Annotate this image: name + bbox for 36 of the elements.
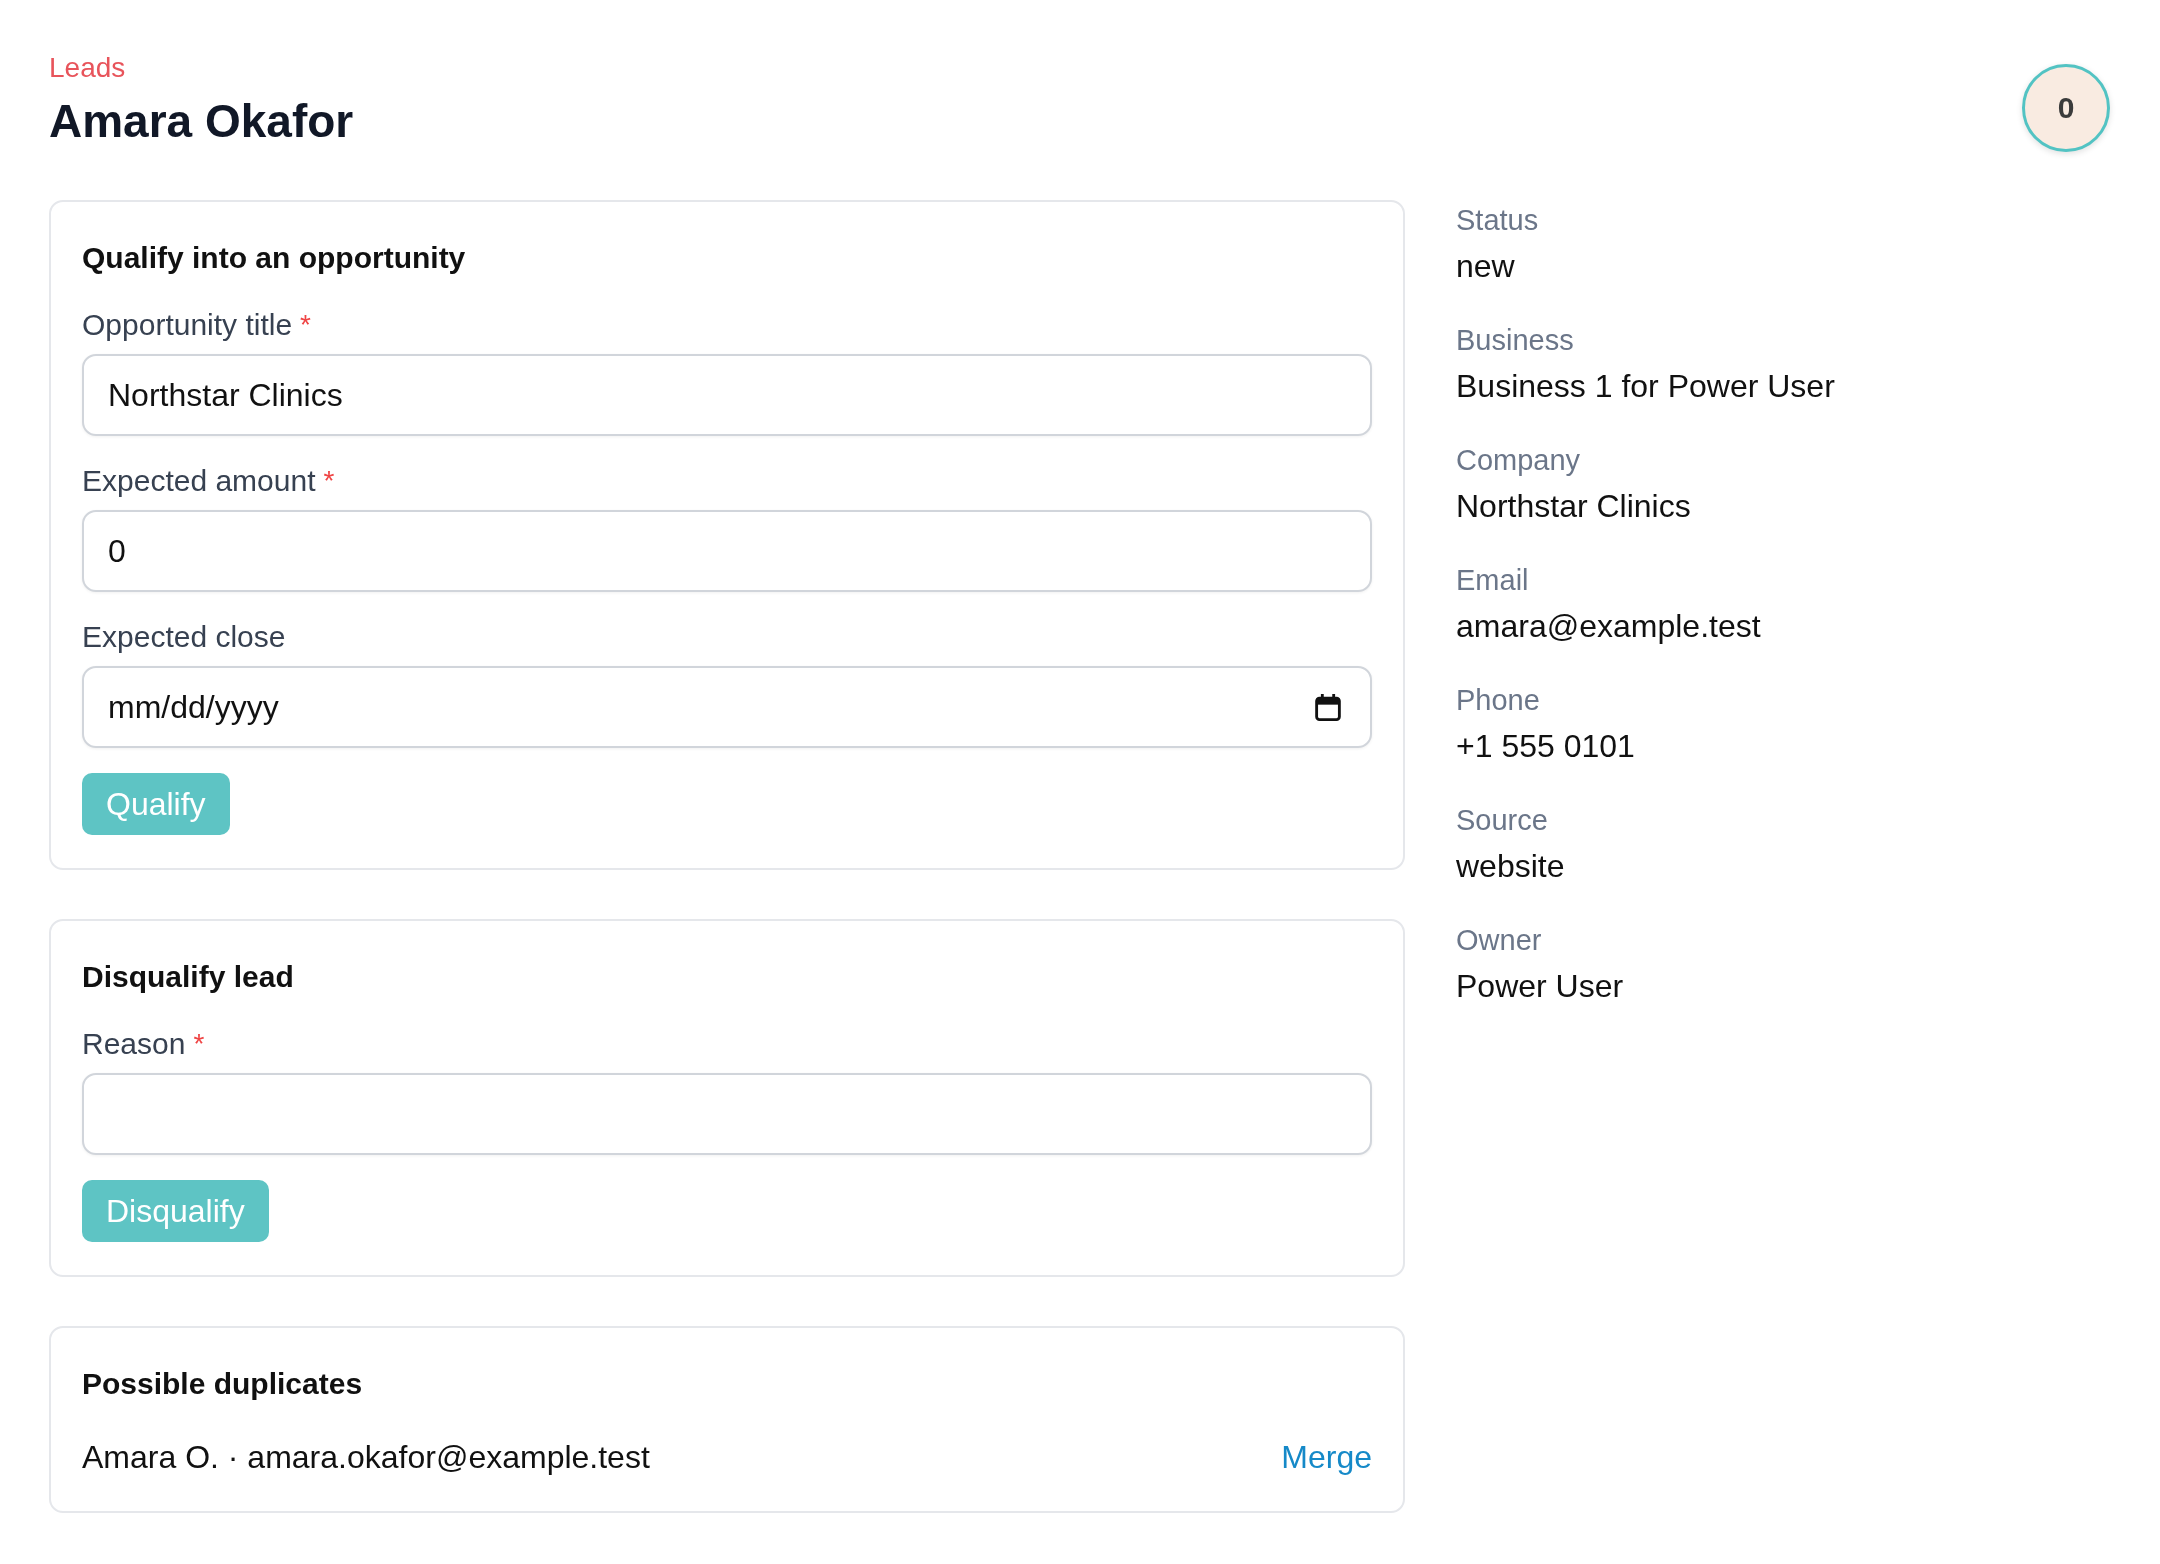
page-title: Amara Okafor	[49, 94, 354, 149]
detail-label: Source	[1456, 803, 1548, 838]
detail-value: amara@example.test	[1456, 607, 1761, 646]
avatar[interactable]: 0	[2022, 64, 2110, 152]
breadcrumb-link[interactable]: Leads	[49, 48, 126, 87]
date-field[interactable]: mm/dd/yyyy	[82, 666, 1372, 748]
submit-button[interactable]: Qualify	[82, 773, 230, 835]
field-label: Expected amount	[82, 463, 316, 499]
detail-label: Email	[1456, 563, 1529, 598]
required-mark: *	[193, 1027, 205, 1061]
detail-value: new	[1456, 247, 1515, 286]
detail-value: Northstar Clinics	[1456, 487, 1691, 526]
calendar-icon[interactable]	[1315, 694, 1341, 721]
detail-value: Power User	[1456, 967, 1624, 1006]
detail-label: Owner	[1456, 923, 1542, 958]
detail-value: +1 555 0101	[1456, 727, 1635, 766]
section-heading: Disqualify lead	[82, 959, 294, 995]
text-input[interactable]: 0	[82, 510, 1372, 592]
detail-label: Business	[1456, 323, 1574, 358]
detail-value: website	[1456, 847, 1565, 886]
field-label: Reason	[82, 1026, 186, 1062]
detail-label: Status	[1456, 203, 1539, 238]
field-label: Opportunity title	[82, 307, 293, 343]
merge-link[interactable]: Merge	[1281, 1433, 1372, 1481]
detail-label: Phone	[1456, 683, 1540, 718]
text-input[interactable]: Northstar Clinics	[82, 354, 1372, 436]
section-heading: Qualify into an opportunity	[82, 240, 466, 276]
section-heading: Possible duplicates	[82, 1366, 363, 1402]
required-mark: *	[323, 464, 335, 498]
duplicate-entry: Amara O. · amara.okafor@example.test	[82, 1438, 650, 1477]
text-input[interactable]	[82, 1073, 1372, 1155]
submit-button[interactable]: Disqualify	[82, 1180, 269, 1242]
required-mark: *	[300, 308, 311, 342]
detail-label: Company	[1456, 443, 1581, 478]
field-label: Expected close	[82, 619, 286, 655]
detail-value: Business 1 for Power User	[1456, 367, 1835, 406]
